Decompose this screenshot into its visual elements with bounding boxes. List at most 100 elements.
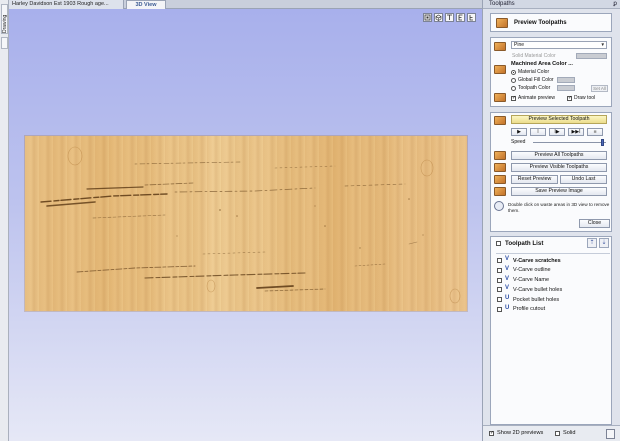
solid-color-label: Solid Material Color <box>512 53 556 59</box>
skip-to-end-button[interactable]: ▶▶I <box>568 128 584 136</box>
panel-footer: Show 2D previews Solid <box>483 425 620 441</box>
preview-header: Preview Toolpaths <box>490 13 612 32</box>
radio-toolpath-color[interactable] <box>511 86 516 91</box>
preview-header-title: Preview Toolpaths <box>514 20 567 26</box>
view-box-icon[interactable] <box>423 13 432 22</box>
preview-toolpaths-icon <box>496 18 508 28</box>
toolpath-item-vcarve-bullet-holes[interactable]: V V-Carve bullet holes <box>496 285 610 295</box>
move-down-icon[interactable]: ⇣ <box>599 238 609 248</box>
stop-button[interactable]: ■ <box>587 128 603 136</box>
undo-last-button[interactable]: Undo Last <box>560 175 607 184</box>
view-side-icon[interactable] <box>467 13 476 22</box>
move-up-icon[interactable]: ⇡ <box>587 238 597 248</box>
tab-document[interactable]: Harley Davidson Est 1903 Rough age... <box>9 0 124 9</box>
radio-material-color[interactable] <box>511 70 516 75</box>
animate-preview-checkbox[interactable] <box>511 95 516 101</box>
radio-toolpath-color-label: Toolpath Color <box>518 85 551 91</box>
step-button[interactable]: I▶ <box>549 128 565 136</box>
carved-scratches-preview <box>40 146 461 304</box>
preview-visible-icon <box>494 163 506 172</box>
set-all-button[interactable]: Set All <box>591 85 608 92</box>
speed-slider-thumb[interactable] <box>600 139 604 146</box>
toolpath-list-toggle-all-checkbox[interactable] <box>496 241 501 246</box>
vcarve-icon: V <box>505 285 510 292</box>
animate-icon <box>494 93 506 102</box>
solid-color-select[interactable] <box>576 53 607 59</box>
reset-icon <box>494 175 506 184</box>
toolpath-visibility-checkbox[interactable] <box>497 306 502 312</box>
global-fill-color-select[interactable] <box>557 77 575 83</box>
draw-tool-label: Draw tool <box>574 95 596 101</box>
toolpath-item-vcarve-scratches[interactable]: V V-Carve scratches <box>496 256 610 266</box>
preview-controls: Preview Selected Toolpath ▶ II I▶ ▶▶I ■ … <box>490 112 612 232</box>
material-icon <box>494 42 506 51</box>
waste-removal-icon <box>494 201 504 211</box>
solid-checkbox[interactable] <box>555 431 560 436</box>
toolpath-list-title: Toolpath List <box>505 240 544 247</box>
preview-all-toolpaths-button[interactable]: Preview All Toolpaths <box>511 151 607 160</box>
toolpath-visibility-checkbox[interactable] <box>497 277 502 283</box>
show-2d-previews-label: Show 2D previews <box>497 430 544 436</box>
speed-slider-track[interactable] <box>533 142 606 143</box>
material-select-value: Pine <box>514 42 525 48</box>
pin-icon[interactable]: ꝑ <box>613 0 617 9</box>
material-settings: Pine ▼ Solid Material Color Machined Area… <box>490 37 612 107</box>
close-button[interactable]: Close <box>579 219 610 228</box>
material-select[interactable]: Pine ▼ <box>511 41 607 49</box>
vcarve-icon: V <box>505 275 510 282</box>
delete-icon[interactable] <box>606 429 615 439</box>
3d-viewport[interactable] <box>9 9 482 441</box>
panel-title-bar: Toolpaths ꝑ <box>483 0 620 9</box>
preview-all-icon <box>494 151 506 160</box>
toolpath-color-select[interactable] <box>557 85 575 91</box>
chevron-down-icon: ▼ <box>600 42 605 47</box>
save-preview-image-button[interactable]: Save Preview Image <box>511 187 607 196</box>
preview-selected-toolpath-button[interactable]: Preview Selected Toolpath <box>511 115 607 124</box>
reset-preview-button[interactable]: Reset Preview <box>511 175 558 184</box>
document-tab-bar: Harley Davidson Est 1903 Rough age... 3D… <box>9 0 482 9</box>
secondary-side-tab[interactable] <box>1 37 8 49</box>
toolpath-visibility-checkbox[interactable] <box>497 297 502 303</box>
pocket-icon: U <box>505 295 510 302</box>
drawing-tab[interactable]: Drawing <box>1 4 8 34</box>
toolpath-visibility-checkbox[interactable] <box>497 287 502 293</box>
tab-3d-view[interactable]: 3D View <box>126 0 166 9</box>
left-tab-strip: Drawing <box>0 0 9 441</box>
play-button[interactable]: ▶ <box>511 128 527 136</box>
speed-label: Speed <box>511 139 526 145</box>
panel-title: Toolpaths <box>489 1 515 7</box>
toolpath-item-vcarve-outline[interactable]: V V-Carve outline <box>496 266 610 276</box>
view-top-icon[interactable] <box>445 13 454 22</box>
toolpath-item-vcarve-name[interactable]: V V-Carve Name <box>496 276 610 286</box>
vcarve-icon: V <box>505 265 510 272</box>
radio-global-fill-color[interactable] <box>511 78 516 83</box>
toolpath-name: V-Carve scratches <box>513 257 561 264</box>
view-toolbar <box>423 13 476 22</box>
view-iso-icon[interactable] <box>434 13 443 22</box>
animate-preview-label: Animate preview <box>518 95 555 101</box>
preview-visible-toolpaths-button[interactable]: Preview Visible Toolpaths <box>511 163 607 172</box>
toolpath-list: V V-Carve scratches V V-Carve outline V … <box>496 253 610 315</box>
pause-button[interactable]: II <box>530 128 546 136</box>
toolpath-list-section: Toolpath List ⇡ ⇣ V V-Carve scratches V … <box>490 236 612 425</box>
toolpath-list-header: Toolpath List ⇡ ⇣ <box>491 237 611 249</box>
radio-material-color-label: Material Color <box>518 69 550 75</box>
toolpath-name: V-Carve outline <box>513 267 551 274</box>
machined-color-icon <box>494 65 506 74</box>
toolpath-visibility-checkbox[interactable] <box>497 267 502 273</box>
view-front-icon[interactable] <box>456 13 465 22</box>
toolpath-name: V-Carve bullet holes <box>513 286 563 293</box>
toolpaths-panel: Toolpaths ꝑ Preview Toolpaths Pine ▼ Soli… <box>482 0 620 441</box>
solid-label: Solid <box>563 430 576 436</box>
toolpath-visibility-checkbox[interactable] <box>497 258 502 263</box>
toolpath-item-pocket-bullet-holes[interactable]: U Pocket bullet holes <box>496 295 610 305</box>
toolpath-name: Pocket bullet holes <box>513 296 560 303</box>
show-2d-previews-checkbox[interactable] <box>489 430 494 436</box>
wood-material-block <box>25 136 467 311</box>
preview-selected-icon <box>494 116 506 125</box>
draw-tool-checkbox[interactable] <box>567 95 572 101</box>
toolpath-item-profile-cutout[interactable]: U Profile cutout <box>496 305 610 315</box>
drawing-tab-label: Drawing <box>2 14 8 33</box>
toolpath-name: V-Carve Name <box>513 277 550 284</box>
vcarve-icon: V <box>505 256 510 262</box>
